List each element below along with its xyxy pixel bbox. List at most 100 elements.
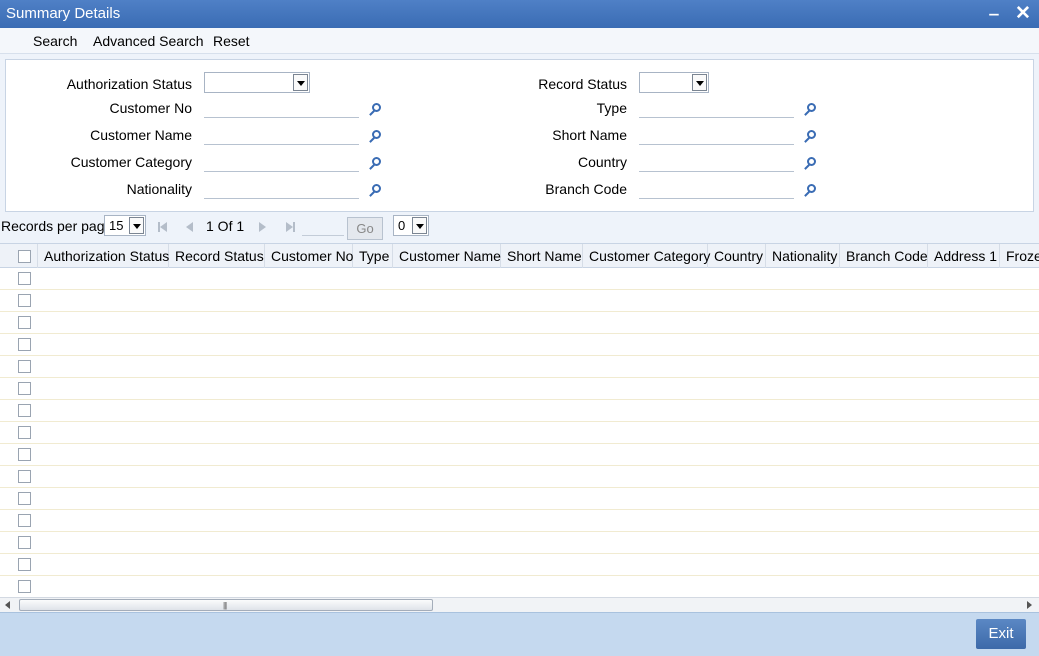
chevron-down-icon bbox=[412, 217, 427, 234]
type-input[interactable] bbox=[639, 100, 794, 118]
customer-name-lookup-icon[interactable] bbox=[368, 129, 382, 143]
row-checkbox[interactable] bbox=[18, 316, 31, 329]
table-row[interactable] bbox=[0, 356, 1039, 378]
column-header[interactable]: Customer No bbox=[265, 244, 353, 268]
column-header[interactable]: Authorization Status bbox=[37, 244, 169, 268]
row-checkbox[interactable] bbox=[18, 448, 31, 461]
short-name-label: Short Name bbox=[552, 127, 627, 143]
short-name-lookup-icon[interactable] bbox=[803, 129, 817, 143]
search-button[interactable]: Search bbox=[33, 33, 77, 49]
column-header[interactable]: Short Name bbox=[501, 244, 583, 268]
table-row[interactable] bbox=[0, 510, 1039, 532]
nationality-label: Nationality bbox=[126, 181, 192, 197]
row-checkbox[interactable] bbox=[18, 536, 31, 549]
column-header[interactable]: Customer Category bbox=[583, 244, 710, 268]
table-row[interactable] bbox=[0, 466, 1039, 488]
scroll-right-icon[interactable] bbox=[1027, 601, 1032, 609]
chevron-down-icon bbox=[129, 217, 144, 234]
column-header[interactable]: Branch Code bbox=[840, 244, 928, 268]
exit-button[interactable]: Exit bbox=[976, 619, 1026, 649]
row-checkbox[interactable] bbox=[18, 294, 31, 307]
row-checkbox[interactable] bbox=[18, 426, 31, 439]
horizontal-scrollbar[interactable]: ||| bbox=[0, 597, 1039, 612]
country-lookup-icon[interactable] bbox=[803, 156, 817, 170]
column-header[interactable]: Nationality bbox=[766, 244, 840, 268]
last-page-icon[interactable] bbox=[283, 220, 297, 234]
table-row[interactable] bbox=[0, 576, 1039, 597]
goto-page-select[interactable]: 0 bbox=[393, 215, 429, 236]
window-title: Summary Details bbox=[6, 5, 121, 22]
row-checkbox[interactable] bbox=[18, 492, 31, 505]
authorization-status-label: Authorization Status bbox=[66, 76, 192, 92]
record-status-label: Record Status bbox=[538, 76, 627, 92]
scroll-left-icon[interactable] bbox=[5, 601, 10, 609]
row-checkbox[interactable] bbox=[18, 558, 31, 571]
customer-no-lookup-icon[interactable] bbox=[368, 102, 382, 116]
pagination-bar: Records per page 15 1 Of 1 0 bbox=[0, 212, 1039, 242]
nationality-lookup-icon[interactable] bbox=[368, 183, 382, 197]
reset-button[interactable]: Reset bbox=[213, 33, 250, 49]
type-label: Type bbox=[596, 100, 627, 116]
go-button[interactable]: Go bbox=[347, 217, 383, 240]
column-header[interactable]: Address 1 bbox=[928, 244, 1000, 268]
customer-no-label: Customer No bbox=[109, 100, 192, 116]
customer-category-input[interactable] bbox=[204, 154, 359, 172]
chevron-down-icon bbox=[692, 74, 707, 91]
table-row[interactable] bbox=[0, 312, 1039, 334]
table-row[interactable] bbox=[0, 444, 1039, 466]
row-checkbox[interactable] bbox=[18, 382, 31, 395]
authorization-status-select[interactable] bbox=[204, 72, 310, 93]
advanced-search-button[interactable]: Advanced Search bbox=[93, 33, 204, 49]
row-checkbox[interactable] bbox=[18, 338, 31, 351]
type-lookup-icon[interactable] bbox=[803, 102, 817, 116]
customer-name-input[interactable] bbox=[204, 127, 359, 145]
table-row[interactable] bbox=[0, 422, 1039, 444]
column-header[interactable]: Froze bbox=[1000, 244, 1039, 268]
row-checkbox[interactable] bbox=[18, 514, 31, 527]
column-header[interactable]: Customer Name bbox=[393, 244, 501, 268]
table-row[interactable] bbox=[0, 334, 1039, 356]
customer-category-label: Customer Category bbox=[70, 154, 192, 170]
previous-page-icon[interactable] bbox=[183, 220, 197, 234]
column-header[interactable]: Type bbox=[353, 244, 393, 268]
branch-code-lookup-icon[interactable] bbox=[803, 183, 817, 197]
customer-no-input[interactable] bbox=[204, 100, 359, 118]
table-header: Authorization Status Record Status Custo… bbox=[0, 244, 1039, 268]
select-all-checkbox[interactable] bbox=[18, 250, 31, 263]
first-page-icon[interactable] bbox=[156, 220, 170, 234]
minimize-icon[interactable]: ‒ bbox=[984, 4, 1004, 24]
table-row[interactable] bbox=[0, 488, 1039, 510]
scrollbar-thumb[interactable]: ||| bbox=[19, 599, 433, 611]
records-per-page-label: Records per page bbox=[1, 218, 113, 234]
records-per-page-select[interactable]: 15 bbox=[104, 215, 146, 236]
table-row[interactable] bbox=[0, 532, 1039, 554]
nationality-input[interactable] bbox=[204, 181, 359, 199]
record-status-select[interactable] bbox=[639, 72, 709, 93]
row-checkbox[interactable] bbox=[18, 404, 31, 417]
country-input[interactable] bbox=[639, 154, 794, 172]
customer-name-label: Customer Name bbox=[90, 127, 192, 143]
table-row[interactable] bbox=[0, 290, 1039, 312]
next-page-icon[interactable] bbox=[255, 220, 269, 234]
close-icon[interactable]: ✕ bbox=[1013, 4, 1033, 24]
country-label: Country bbox=[577, 154, 627, 170]
row-checkbox[interactable] bbox=[18, 580, 31, 593]
table-row[interactable] bbox=[0, 268, 1039, 290]
title-bar: Summary Details ‒ ✕ bbox=[0, 0, 1039, 28]
search-criteria-panel: Authorization Status Customer No Custome… bbox=[5, 59, 1034, 212]
table-row[interactable] bbox=[0, 378, 1039, 400]
chevron-down-icon bbox=[293, 74, 308, 91]
row-checkbox[interactable] bbox=[18, 360, 31, 373]
table-row[interactable] bbox=[0, 554, 1039, 576]
customer-category-lookup-icon[interactable] bbox=[368, 156, 382, 170]
table-row[interactable] bbox=[0, 400, 1039, 422]
short-name-input[interactable] bbox=[639, 127, 794, 145]
goto-page-select-value: 0 bbox=[398, 218, 406, 233]
row-checkbox[interactable] bbox=[18, 272, 31, 285]
branch-code-input[interactable] bbox=[639, 181, 794, 199]
goto-page-input[interactable] bbox=[302, 218, 344, 236]
column-header[interactable]: Country bbox=[708, 244, 766, 268]
page-info: 1 Of 1 bbox=[206, 218, 245, 234]
column-header[interactable]: Record Status bbox=[169, 244, 265, 268]
row-checkbox[interactable] bbox=[18, 470, 31, 483]
